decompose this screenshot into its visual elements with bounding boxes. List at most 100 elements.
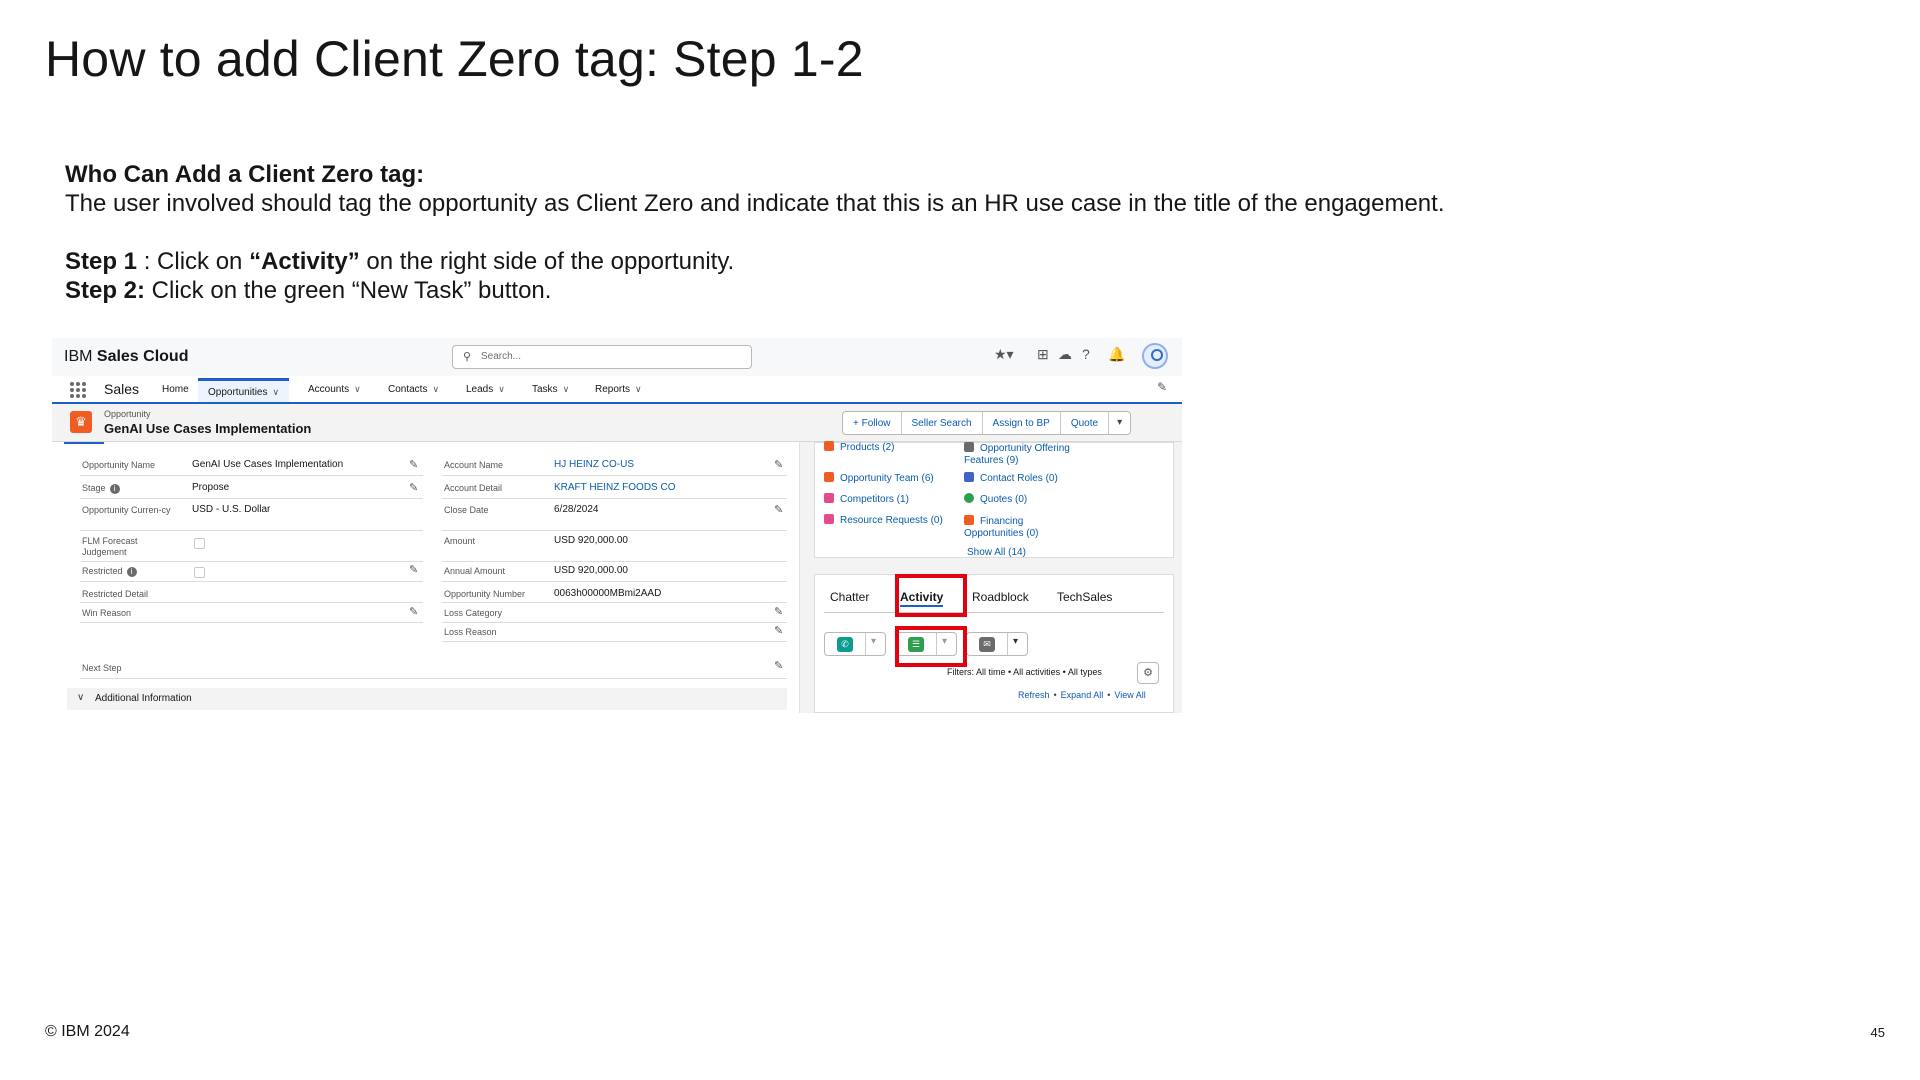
view-all-link[interactable]: View All	[1114, 690, 1145, 700]
restricted-checkbox[interactable]	[194, 567, 205, 578]
add-global-icon[interactable]: ⊞	[1037, 346, 1049, 363]
app-launcher-icon[interactable]	[70, 382, 86, 398]
chevron-down-icon: ∨	[432, 384, 440, 394]
nav-accounts[interactable]: Accounts ∨	[308, 384, 361, 395]
field-value: 0063h00000MBmi2AAD	[554, 588, 662, 599]
edit-pencil-icon[interactable]: ✎	[409, 605, 418, 618]
nav-opportunities[interactable]: Opportunities ∨	[198, 378, 290, 402]
trailhead-icon[interactable]: ☁	[1058, 346, 1072, 363]
resource-requests-icon	[824, 514, 834, 524]
field-value: Propose	[192, 482, 230, 493]
nav-home[interactable]: Home	[162, 384, 189, 395]
flm-forecast-checkbox[interactable]	[194, 538, 205, 549]
app-name: Sales	[104, 381, 140, 397]
products-icon	[824, 441, 834, 451]
edit-nav-pencil-icon[interactable]: ✎	[1157, 380, 1167, 394]
email-button[interactable]: ✉ ▾	[966, 632, 1028, 656]
chevron-down-icon: ▾	[1013, 636, 1019, 647]
expand-all-link[interactable]: Expand All	[1061, 690, 1104, 700]
footer-copyright: © IBM 2024	[45, 1023, 130, 1040]
edit-pencil-icon[interactable]: ✎	[774, 458, 783, 471]
chevron-down-icon: ∨	[77, 692, 85, 703]
tab-roadblock[interactable]: Roadblock	[972, 590, 1029, 604]
record-actions: + Follow Seller Search Assign to BP Quot…	[842, 411, 1132, 435]
related-competitors-link[interactable]: Competitors (1)	[824, 493, 909, 506]
step-2-line: Step 2: Click on the green “New Task” bu…	[65, 276, 1565, 305]
refresh-link[interactable]: Refresh	[1018, 690, 1050, 700]
edit-pencil-icon[interactable]: ✎	[774, 624, 783, 637]
opportunity-team-icon	[824, 472, 834, 482]
search-icon: ⚲	[463, 351, 472, 363]
search-placeholder: Search...	[481, 351, 522, 362]
field-label: Restricted Detail	[82, 589, 149, 599]
related-products-link[interactable]: Products (2)	[824, 441, 894, 454]
field-label: Opportunity Number	[444, 589, 526, 599]
edit-pencil-icon[interactable]: ✎	[409, 563, 418, 576]
user-avatar[interactable]	[1142, 343, 1168, 369]
nav-leads[interactable]: Leads ∨	[466, 384, 505, 395]
chevron-down-icon: ∨	[635, 384, 642, 394]
edit-pencil-icon[interactable]: ✎	[774, 659, 783, 672]
more-actions-chevron-icon[interactable]: ▾	[1109, 412, 1130, 434]
edit-pencil-icon[interactable]: ✎	[409, 458, 418, 471]
edit-pencil-icon[interactable]: ✎	[409, 481, 418, 494]
global-search-input[interactable]: ⚲ Search...	[452, 345, 752, 369]
nav-reports[interactable]: Reports ∨	[595, 384, 642, 395]
field-value: 6/28/2024	[554, 504, 599, 515]
related-quotes-link[interactable]: Quotes (0)	[964, 493, 1027, 506]
details-panel: Opportunity Name GenAI Use Cases Impleme…	[52, 442, 800, 713]
field-label: Account Detail	[444, 483, 503, 493]
chevron-down-icon: ▾	[871, 636, 877, 647]
related-financing-opportunities-link[interactable]: Financing Opportunities (0)	[964, 515, 1064, 540]
field-label: Close Date	[444, 505, 489, 515]
log-call-button[interactable]: ✆ ▾	[824, 632, 886, 656]
chevron-down-icon: ∨	[498, 384, 505, 394]
step-1-post: on the right side of the opportunity.	[359, 248, 735, 275]
tab-chatter[interactable]: Chatter	[830, 590, 869, 604]
show-all-link[interactable]: Show All (14)	[967, 547, 1026, 558]
help-icon[interactable]: ?	[1082, 346, 1090, 362]
field-label: Restricted i	[82, 566, 137, 577]
edit-pencil-icon[interactable]: ✎	[774, 605, 783, 618]
related-opportunity-team-link[interactable]: Opportunity Team (6)	[824, 472, 934, 485]
salesforce-screenshot: IBM Sales Cloud ⚲ Search... ★▾ ⊞ ☁ ? 🔔 S…	[52, 338, 1182, 713]
field-label: Opportunity Name	[82, 460, 156, 470]
nav-tasks[interactable]: Tasks ∨	[532, 384, 569, 395]
related-resource-requests-link[interactable]: Resource Requests (0)	[824, 514, 943, 527]
step-1-line: Step 1 : Click on “Activity” on the righ…	[65, 247, 1565, 276]
notifications-bell-icon[interactable]: 🔔	[1108, 346, 1125, 363]
additional-information-label: Additional Information	[95, 693, 192, 704]
field-label: Annual Amount	[444, 566, 506, 576]
field-label: Account Name	[444, 460, 504, 470]
field-label: Amount	[444, 536, 476, 546]
step-2-text: Click on the green “New Task” button.	[145, 277, 552, 304]
record-type-label: Opportunity	[104, 409, 151, 419]
quote-button[interactable]: Quote	[1061, 412, 1110, 434]
page-number: 45	[1870, 1025, 1885, 1040]
field-label: Stage i	[82, 483, 120, 494]
edit-pencil-icon[interactable]: ✎	[774, 503, 783, 516]
step-1-label: Step 1	[65, 248, 138, 275]
additional-information-section[interactable]: ∨ Additional Information	[67, 688, 787, 710]
account-name-link[interactable]: HJ HEINZ CO-US	[554, 459, 634, 470]
related-contact-roles-link[interactable]: Contact Roles (0)	[964, 472, 1058, 485]
nav-contacts[interactable]: Contacts ∨	[388, 384, 439, 395]
filter-settings-gear-icon[interactable]: ⚙	[1137, 662, 1159, 684]
seller-search-button[interactable]: Seller Search	[902, 412, 983, 434]
follow-button[interactable]: + Follow	[843, 412, 902, 434]
account-detail-link[interactable]: KRAFT HEINZ FOODS CO	[554, 482, 676, 493]
favorites-star-icon[interactable]: ★▾	[994, 346, 1014, 363]
phone-icon: ✆	[837, 637, 853, 652]
field-label: Loss Category	[444, 608, 503, 618]
field-label: Loss Reason	[444, 627, 497, 637]
related-offering-features-link[interactable]: Opportunity Offering Features (9)	[964, 442, 1084, 467]
assign-to-bp-button[interactable]: Assign to BP	[983, 412, 1061, 434]
competitors-icon	[824, 493, 834, 503]
tab-techsales[interactable]: TechSales	[1057, 590, 1112, 604]
app-navigation: Sales Home Opportunities ∨ Accounts ∨ Cont…	[52, 376, 1182, 404]
opportunity-crown-icon: ♛	[70, 411, 92, 433]
brand-logo: IBM Sales Cloud	[64, 348, 189, 365]
new-task-highlight	[895, 626, 967, 667]
tab-divider	[824, 612, 1164, 613]
global-header: IBM Sales Cloud ⚲ Search... ★▾ ⊞ ☁ ? 🔔	[52, 338, 1182, 376]
